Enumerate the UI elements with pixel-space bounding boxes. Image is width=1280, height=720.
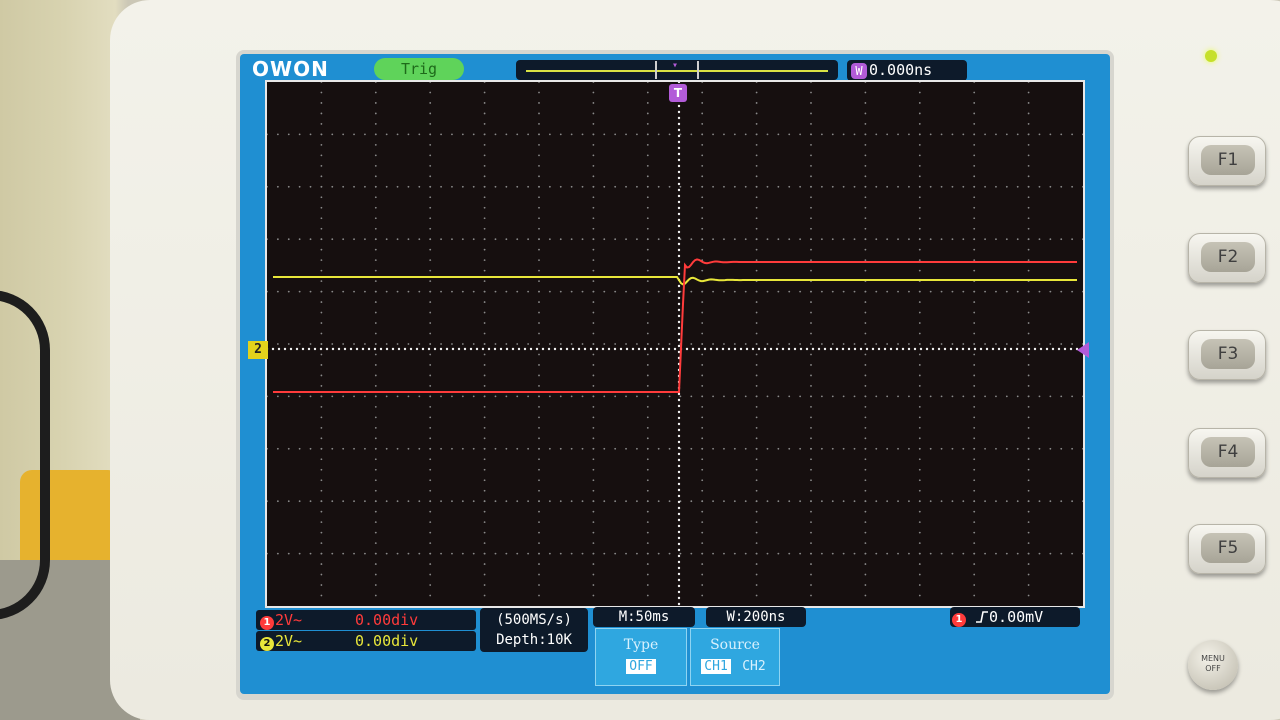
ch2-reference-marker[interactable]: 2: [248, 341, 268, 359]
trigger-status: Trig: [374, 58, 464, 80]
f1-button[interactable]: F1: [1188, 136, 1266, 186]
menu-off-label-line1: MENU: [1201, 654, 1225, 663]
ch2-badge: 2: [260, 637, 274, 651]
f5-button[interactable]: F5: [1188, 524, 1266, 574]
menu-type[interactable]: Type OFF: [595, 628, 687, 686]
f4-button[interactable]: F4: [1188, 428, 1266, 478]
rising-edge-icon: [976, 611, 989, 623]
brand-logo: OWON: [252, 57, 329, 81]
ch1-offset: 0.00div: [355, 611, 419, 629]
menu-off-label-line2: OFF: [1205, 664, 1221, 673]
trigger-level-marker-icon[interactable]: [1077, 342, 1089, 358]
f3-label: F3: [1201, 339, 1255, 369]
ch2-offset: 0.00div: [355, 632, 419, 650]
memory-depth: Depth:10K: [496, 632, 572, 648]
waveform-grid: [267, 82, 1083, 606]
ch1-badge: 1: [260, 616, 274, 630]
power-led: [1205, 50, 1217, 62]
window-timebase: W:200ns: [706, 607, 806, 627]
sample-rate: (500MS/s): [496, 612, 572, 628]
f2-button[interactable]: F2: [1188, 233, 1266, 283]
ch1-status: 1 2V~ 0.00div: [256, 610, 476, 630]
horizontal-position-box: W 0.000ns: [847, 60, 967, 81]
menu-type-title: Type: [623, 637, 659, 653]
f4-label: F4: [1201, 437, 1255, 467]
menu-source[interactable]: Source CH1 CH2: [690, 628, 780, 686]
trigger-info: 1 0.00mV: [950, 607, 1080, 627]
acquisition-info: (500MS/s) Depth:10K: [480, 608, 588, 652]
window-badge: W: [851, 63, 867, 79]
ch2-waveform: [273, 276, 1077, 286]
ch2-status: 2 2V~ 0.00div: [256, 631, 476, 651]
menu-off-button[interactable]: MENU OFF: [1188, 640, 1238, 690]
f2-label: F2: [1201, 242, 1255, 272]
ch1-volts-div: 2V~: [275, 611, 303, 629]
menu-type-value[interactable]: OFF: [626, 659, 656, 674]
trigger-source-badge: 1: [952, 613, 966, 627]
menu-source-title: Source: [710, 637, 760, 653]
horizontal-position: 0.000ns: [869, 61, 933, 79]
menu-source-option-ch1[interactable]: CH1: [701, 659, 731, 674]
probe-cable: [0, 290, 50, 620]
f3-button[interactable]: F3: [1188, 330, 1266, 380]
ch2-volts-div: 2V~: [275, 632, 303, 650]
memory-trigger-marker-icon: ▾: [672, 60, 679, 71]
trigger-level: 0.00mV: [989, 608, 1044, 626]
waveform-display: [265, 80, 1085, 608]
main-timebase: M:50ms: [593, 607, 695, 627]
f1-label: F1: [1201, 145, 1255, 175]
f5-label: F5: [1201, 533, 1255, 563]
menu-source-option-ch2[interactable]: CH2: [739, 659, 768, 674]
trigger-position-marker[interactable]: T: [669, 84, 687, 102]
